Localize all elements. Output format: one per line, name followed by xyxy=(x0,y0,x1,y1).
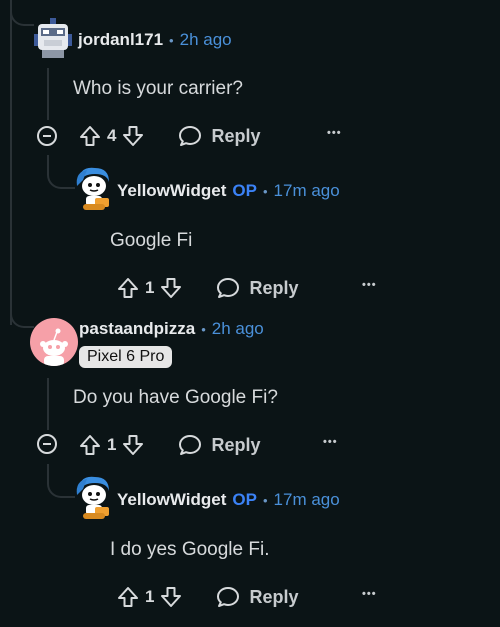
separator-dot: • xyxy=(262,493,268,508)
collapse-thread-button[interactable] xyxy=(37,126,57,146)
thread-line xyxy=(47,68,49,120)
op-badge: OP xyxy=(232,490,257,509)
downvote-icon[interactable] xyxy=(160,276,182,300)
more-options-button[interactable]: ••• xyxy=(327,127,342,139)
reply-button[interactable]: Reply xyxy=(216,277,299,299)
robot-avatar-icon xyxy=(34,18,72,58)
comment-actions: 4 Reply xyxy=(79,121,261,151)
comment-actions: 1 Reply xyxy=(117,582,299,612)
comment-bubble-icon xyxy=(217,278,240,298)
downvote-icon[interactable] xyxy=(122,433,144,457)
collapse-thread-button[interactable] xyxy=(37,434,57,454)
separator-dot: • xyxy=(262,184,268,199)
thread-elbow xyxy=(10,0,34,26)
timestamp[interactable]: 2h ago xyxy=(180,30,232,50)
upvote-icon[interactable] xyxy=(117,585,139,609)
comment-bubble-icon xyxy=(217,587,240,607)
user-flair: Pixel 6 Pro xyxy=(79,346,173,368)
comment-bubble-icon xyxy=(179,126,202,146)
reply-label: Reply xyxy=(211,434,261,455)
more-options-button[interactable]: ••• xyxy=(323,436,338,448)
timestamp[interactable]: 17m ago xyxy=(274,490,340,510)
reply-button[interactable]: Reply xyxy=(178,434,261,456)
comment-body: Google Fi xyxy=(110,230,193,251)
vote-count: 1 xyxy=(145,587,155,606)
upvote-icon[interactable] xyxy=(79,124,101,148)
comment-header: pastaandpizza • 2h ago xyxy=(79,319,264,339)
more-options-button[interactable]: ••• xyxy=(362,279,377,291)
vote-count: 1 xyxy=(107,435,117,454)
thread-line xyxy=(10,0,12,325)
comment-header: YellowWidget OP • 17m ago xyxy=(117,490,340,510)
thread-line xyxy=(47,378,49,430)
op-badge: OP xyxy=(232,181,257,200)
vote-count: 1 xyxy=(145,278,155,297)
comment-header: jordanl171 • 2h ago xyxy=(78,30,232,50)
timestamp[interactable]: 17m ago xyxy=(274,181,340,201)
comment-actions: 1 Reply xyxy=(117,273,299,303)
username[interactable]: jordanl171 xyxy=(78,30,163,50)
username[interactable]: YellowWidget xyxy=(117,490,226,510)
comment-body: I do yes Google Fi. xyxy=(110,539,270,560)
separator-dot: • xyxy=(169,33,174,48)
snoo-blue-hair-avatar-icon xyxy=(76,476,109,519)
vote-count: 4 xyxy=(107,126,117,145)
comment-actions: 1 Reply xyxy=(79,430,261,460)
more-options-button[interactable]: ••• xyxy=(362,588,377,600)
comment-body: Do you have Google Fi? xyxy=(73,387,278,408)
snoo-default-avatar-icon xyxy=(40,328,68,366)
comment-header: YellowWidget OP • 17m ago xyxy=(117,181,340,201)
username[interactable]: pastaandpizza xyxy=(79,319,195,339)
thread-elbow xyxy=(10,300,34,328)
comment-bubble-icon xyxy=(179,435,202,455)
reply-button[interactable]: Reply xyxy=(178,125,261,147)
avatar[interactable] xyxy=(32,14,74,62)
separator-dot: • xyxy=(201,322,206,337)
thread-elbow xyxy=(47,155,75,189)
reply-label: Reply xyxy=(249,277,299,298)
avatar[interactable] xyxy=(73,164,115,214)
downvote-icon[interactable] xyxy=(122,124,144,148)
downvote-icon[interactable] xyxy=(160,585,182,609)
upvote-icon[interactable] xyxy=(117,276,139,300)
reply-button[interactable]: Reply xyxy=(216,586,299,608)
timestamp[interactable]: 2h ago xyxy=(212,319,264,339)
reply-label: Reply xyxy=(249,586,299,607)
snoo-blue-hair-avatar-icon xyxy=(76,167,109,210)
thread-elbow xyxy=(47,464,75,498)
comment-body: Who is your carrier? xyxy=(73,78,243,99)
avatar[interactable] xyxy=(30,318,78,366)
avatar[interactable] xyxy=(73,473,115,523)
reply-label: Reply xyxy=(211,125,261,146)
upvote-icon[interactable] xyxy=(79,433,101,457)
username[interactable]: YellowWidget xyxy=(117,181,226,201)
